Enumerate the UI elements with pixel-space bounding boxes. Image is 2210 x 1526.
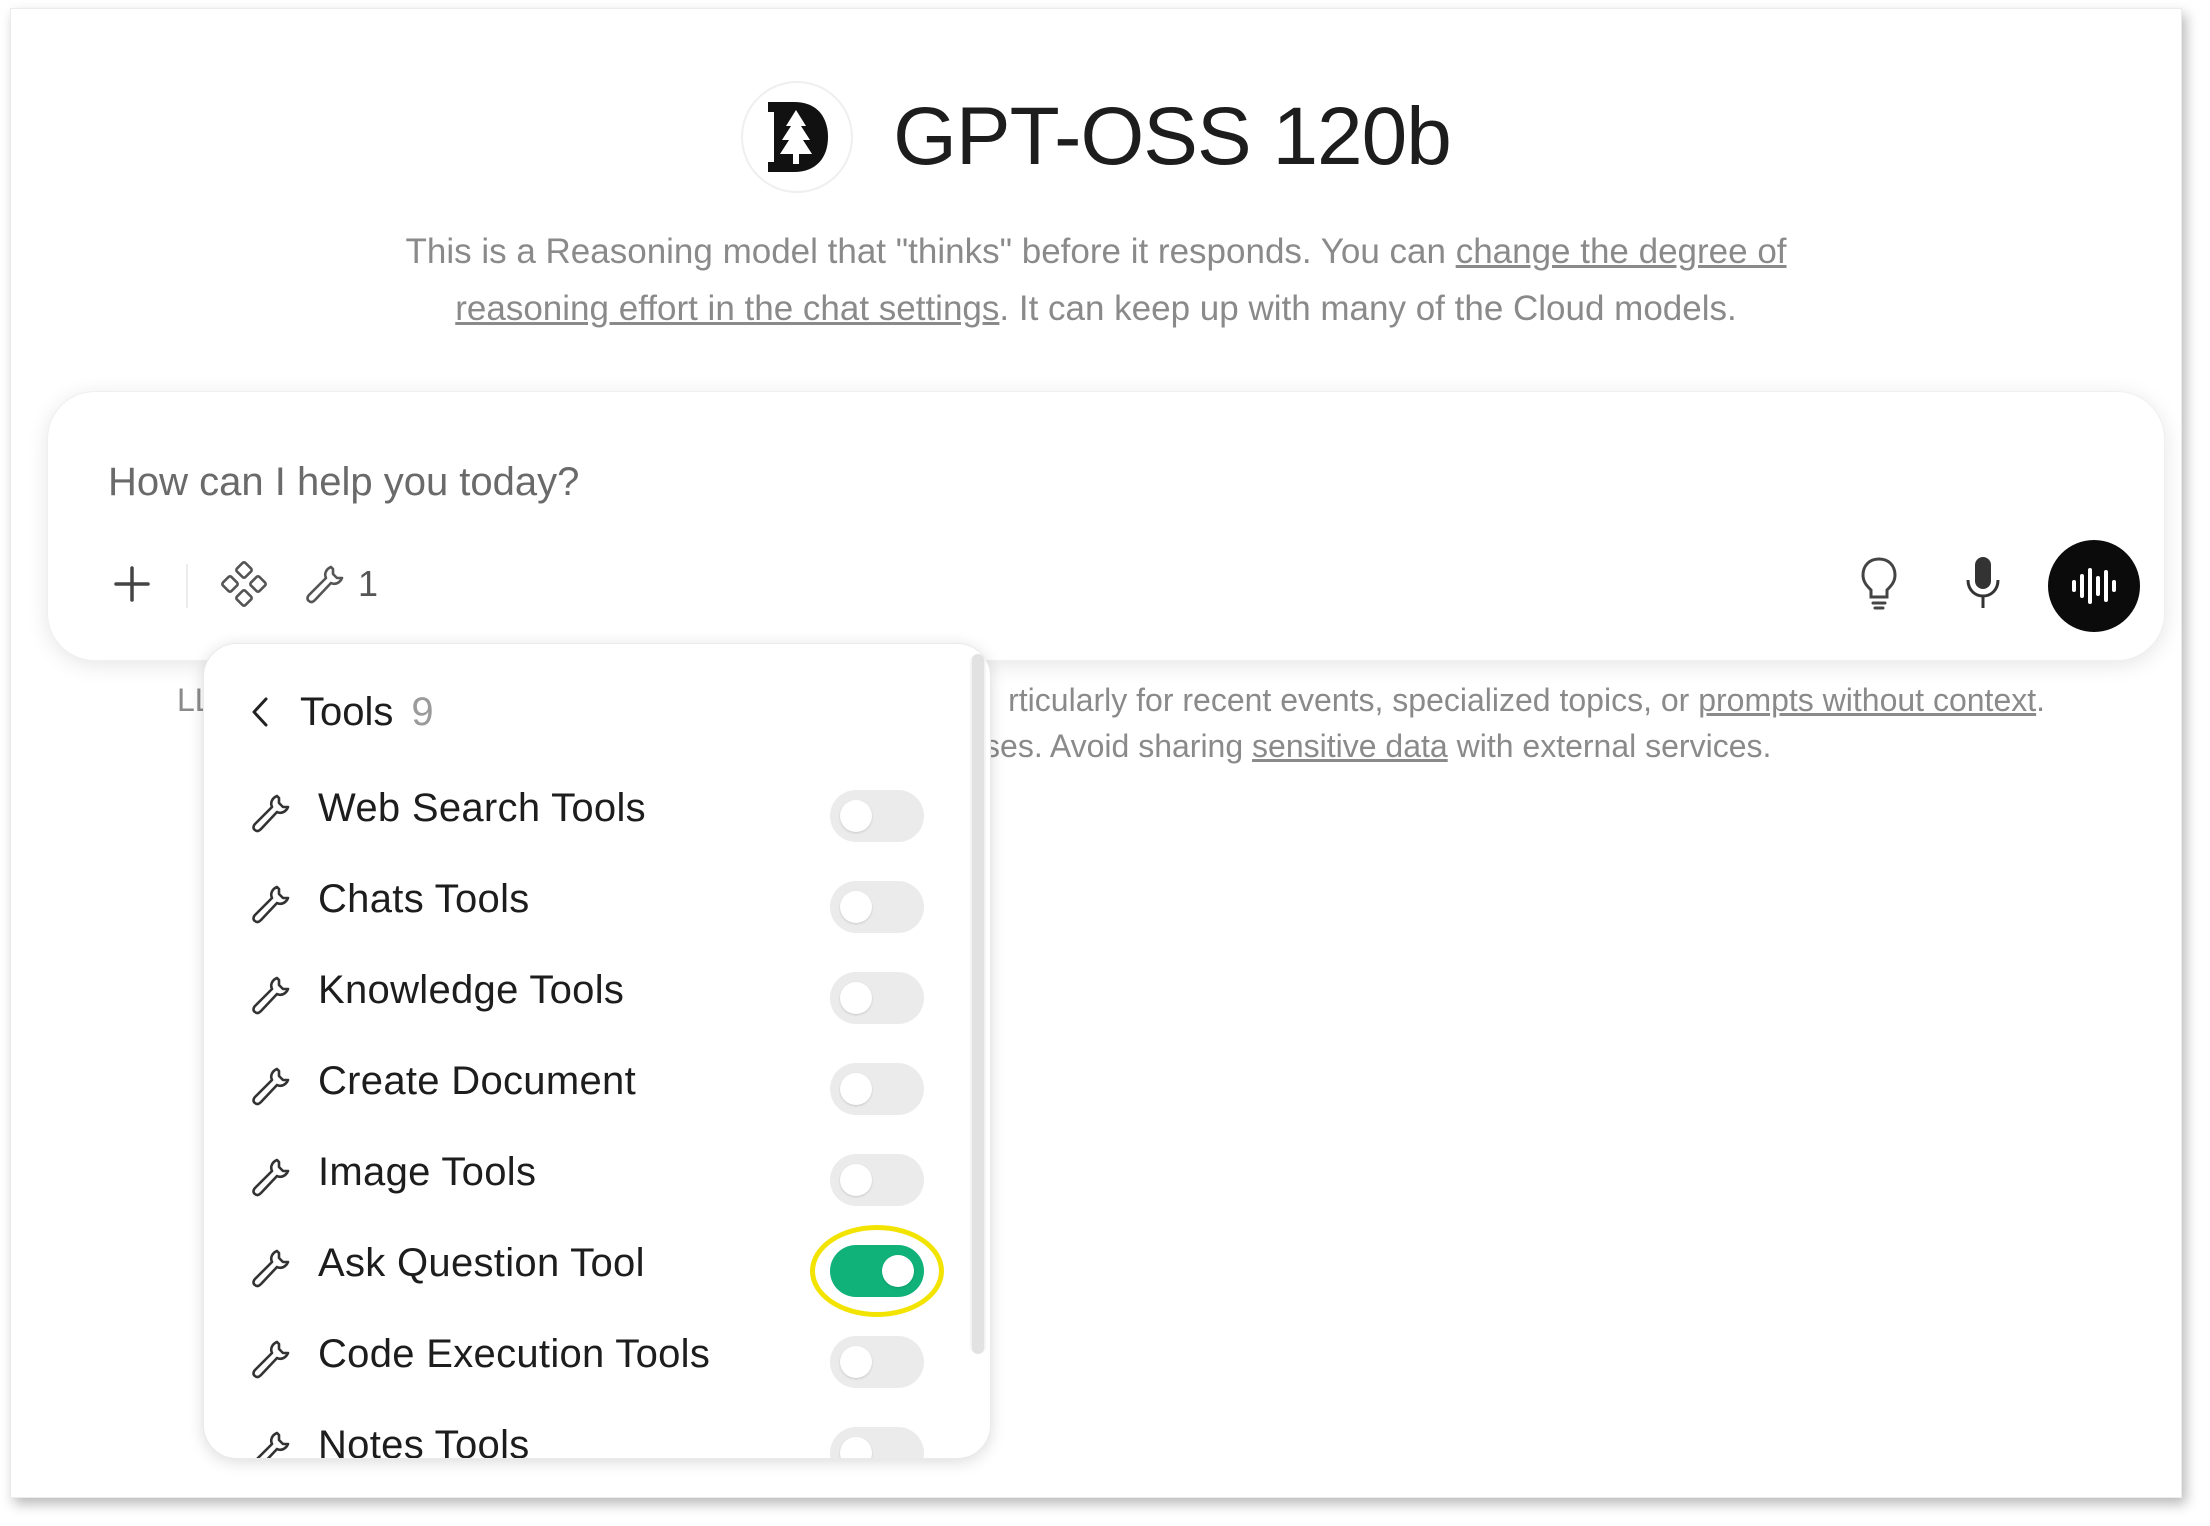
tools-menu-back[interactable]: Tools 9 (248, 684, 434, 740)
tool-item[interactable]: Code Execution Tools (204, 1318, 944, 1398)
toggle-knob (840, 1073, 872, 1105)
reasoning-settings-link[interactable]: change the degree of (1456, 232, 1787, 271)
sensitive-data-link[interactable]: sensitive data (1252, 728, 1448, 764)
active-tools-count: 1 (358, 563, 379, 604)
tool-item[interactable]: Create Document (204, 1045, 944, 1125)
tool-item[interactable]: Notes Tools (204, 1409, 944, 1459)
description-text-end: . It can keep up with many of the Cloud … (999, 289, 1737, 328)
tool-item-label: Ask Question Tool (318, 1241, 645, 1285)
tool-item-label: Chats Tools (318, 877, 530, 921)
toolbar-divider (186, 564, 188, 608)
app-window: GPT-OSS 120b This is a Reasoning model t… (10, 8, 2182, 1498)
disclaimer-period: . (2036, 682, 2046, 718)
reasoning-settings-link-cont[interactable]: reasoning effort in the chat settings (455, 289, 999, 328)
tool-toggle[interactable] (830, 790, 924, 842)
prompts-without-context-link[interactable]: prompts without context (1698, 682, 2036, 718)
tool-item[interactable]: Chats Tools (204, 863, 944, 943)
tool-item[interactable]: Web Search Tools (204, 772, 944, 852)
wrench-icon (250, 1338, 292, 1380)
plus-icon[interactable] (102, 554, 162, 614)
disclaimer-line1: rticularly for recent events, specialize… (1008, 682, 1699, 718)
tool-item-label: Notes Tools (318, 1423, 530, 1459)
lightbulb-icon[interactable] (1844, 548, 1914, 618)
toggle-knob (840, 982, 872, 1014)
model-description: This is a Reasoning model that "thinks" … (11, 223, 2181, 337)
tools-menu-title: Tools (300, 689, 394, 734)
microphone-icon[interactable] (1948, 548, 2018, 618)
tool-toggle[interactable] (830, 881, 924, 933)
toggle-knob (840, 1346, 872, 1378)
wrench-icon (250, 883, 292, 925)
tree-logo-icon (741, 81, 854, 193)
tool-item-label: Knowledge Tools (318, 968, 625, 1012)
tools-dropdown-menu: Tools 9 Web Search Tools Chats Tools Knowl… (203, 643, 991, 1459)
wrench-icon (250, 974, 292, 1016)
toggle-knob (840, 1164, 872, 1196)
wrench-icon (250, 1429, 292, 1458)
chat-input[interactable] (108, 452, 1708, 512)
disclaimer-line2-end: with external services. (1447, 728, 1772, 764)
tool-item[interactable]: Knowledge Tools (204, 954, 944, 1034)
page-title: GPT-OSS 120b (893, 91, 1452, 182)
tools-button[interactable]: 1 (304, 554, 378, 614)
tool-item[interactable]: Image Tools (204, 1136, 944, 1216)
wrench-icon (250, 1247, 292, 1289)
tool-item-label: Create Document (318, 1059, 636, 1103)
tool-item[interactable]: Ask Question Tool (204, 1225, 944, 1317)
chevron-left-icon (252, 697, 268, 727)
tool-toggle[interactable] (830, 1063, 924, 1115)
menu-scrollbar[interactable] (972, 654, 984, 1354)
tool-toggle[interactable] (830, 1245, 924, 1297)
tool-toggle[interactable] (830, 1154, 924, 1206)
integrations-icon[interactable] (214, 554, 274, 614)
wrench-icon (250, 1156, 292, 1198)
description-text: This is a Reasoning model that "thinks" … (405, 232, 1456, 271)
toggle-knob (882, 1255, 914, 1287)
wrench-icon (306, 565, 344, 604)
chat-composer: 1 (47, 391, 2165, 661)
tool-item-label: Image Tools (318, 1150, 537, 1194)
wrench-icon (250, 1065, 292, 1107)
toggle-knob (840, 891, 872, 923)
voice-waveform-icon (2072, 568, 2116, 604)
wrench-icon (250, 792, 292, 834)
toggle-knob (840, 1437, 872, 1458)
voice-mode-button[interactable] (2048, 540, 2140, 632)
tool-toggle[interactable] (830, 972, 924, 1024)
tool-item-label: Code Execution Tools (318, 1332, 711, 1376)
tools-menu-count: 9 (411, 689, 434, 734)
toggle-knob (840, 800, 872, 832)
tool-toggle[interactable] (830, 1427, 924, 1458)
tool-toggle[interactable] (830, 1336, 924, 1388)
tool-item-label: Web Search Tools (318, 786, 646, 830)
model-header: GPT-OSS 120b (11, 81, 2181, 193)
